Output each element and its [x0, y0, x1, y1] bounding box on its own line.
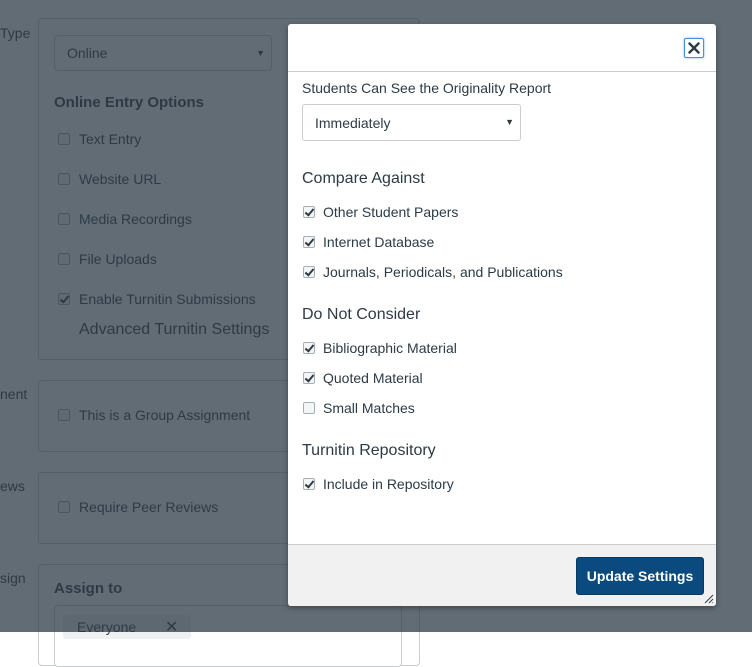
checkbox-checked-icon[interactable] [303, 206, 315, 218]
checkbox-icon[interactable] [303, 402, 315, 414]
bibliographic-material-checkbox[interactable]: Bibliographic Material [303, 340, 457, 356]
journals-label: Journals, Periodicals, and Publications [323, 264, 563, 280]
checkbox-checked-icon[interactable] [303, 478, 315, 490]
checkbox-checked-icon[interactable] [303, 372, 315, 384]
include-in-repository-label: Include in Repository [323, 476, 454, 492]
quoted-material-label: Quoted Material [323, 370, 423, 386]
update-settings-button[interactable]: Update Settings [576, 557, 704, 595]
quoted-material-checkbox[interactable]: Quoted Material [303, 370, 423, 386]
checkbox-checked-icon[interactable] [303, 342, 315, 354]
internet-database-checkbox[interactable]: Internet Database [303, 234, 434, 250]
originality-report-label: Students Can See the Originality Report [302, 80, 552, 96]
dialog-header [288, 24, 716, 72]
journals-checkbox[interactable]: Journals, Periodicals, and Publications [303, 264, 563, 280]
originality-report-select[interactable]: Immediately ▼ [302, 104, 521, 141]
resize-handle-icon[interactable] [703, 593, 714, 604]
originality-report-value: Immediately [315, 115, 391, 131]
other-student-papers-label: Other Student Papers [323, 204, 459, 220]
checkbox-checked-icon[interactable] [303, 266, 315, 278]
compare-against-heading: Compare Against [302, 170, 425, 187]
internet-database-label: Internet Database [323, 234, 435, 250]
small-matches-label: Small Matches [323, 400, 415, 416]
small-matches-checkbox[interactable]: Small Matches [303, 400, 415, 416]
bibliographic-material-label: Bibliographic Material [323, 340, 457, 356]
turnitin-repository-heading: Turnitin Repository [302, 442, 436, 459]
checkbox-checked-icon[interactable] [303, 236, 315, 248]
include-in-repository-checkbox[interactable]: Include in Repository [303, 476, 454, 492]
other-student-papers-checkbox[interactable]: Other Student Papers [303, 204, 458, 220]
close-icon [688, 42, 700, 54]
do-not-consider-heading: Do Not Consider [302, 306, 421, 323]
advanced-turnitin-settings-dialog: Students Can See the Originality Report … [288, 24, 716, 606]
chevron-down-icon: ▼ [505, 117, 514, 127]
dialog-footer: Update Settings [288, 544, 716, 606]
close-button[interactable] [684, 38, 704, 58]
